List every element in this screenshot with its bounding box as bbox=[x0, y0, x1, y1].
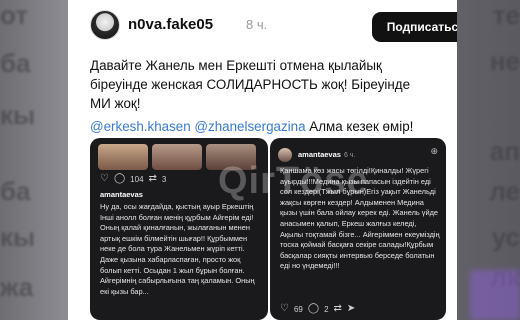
heart-icon: ♡ bbox=[280, 303, 289, 314]
post-time: 8 ч. bbox=[246, 17, 268, 32]
background-fragment: ле bbox=[489, 176, 520, 206]
post-line: Алма кезек өмір! bbox=[305, 119, 414, 134]
photo-thumbnail bbox=[206, 144, 256, 170]
comments-count: 2 bbox=[324, 304, 329, 314]
photo-strip bbox=[98, 144, 256, 170]
background-fragment: кы bbox=[0, 222, 36, 252]
background-fragment: ба bbox=[0, 176, 31, 206]
comment-username-text: amantaevas bbox=[298, 150, 341, 159]
heart-icon: ♡ bbox=[100, 173, 109, 184]
comment-body: Қаншама көз жасы төгілді!Қиналды! Жүрегі… bbox=[280, 166, 440, 271]
mention-link[interactable]: @zhanelsergazina bbox=[194, 119, 305, 134]
background-fragment: ап bbox=[489, 136, 520, 166]
comment-icon: ◯ bbox=[307, 303, 320, 314]
mention-link[interactable]: @erkesh.khasen bbox=[90, 119, 191, 134]
comments-count: 3 bbox=[161, 174, 167, 184]
repost-icon: ⇄ bbox=[333, 303, 342, 314]
background-fragment: кы bbox=[0, 100, 36, 130]
screenshot-image-right[interactable]: amantaevas 6 ч. ⊕ Қаншама көз жасы төгілд… bbox=[270, 138, 446, 320]
more-icon: ⊕ bbox=[430, 146, 438, 156]
background-fragment: ба bbox=[0, 48, 31, 78]
screenshot-image-left[interactable]: ♡ ◯ 104 ⇄ 3 amantaevas Ну да, осы жағдай… bbox=[90, 138, 268, 320]
background-fragment: те bbox=[492, 0, 520, 30]
avatar[interactable] bbox=[90, 10, 120, 40]
comment-username: amantaevas 6 ч. bbox=[298, 150, 355, 159]
post-card: n0va.fake05 8 ч. Подписаться Давайте Жан… bbox=[68, 0, 457, 320]
post-line: МИ жоқ! bbox=[90, 96, 141, 111]
post-line: біреуінде женская СОЛИДАРНОСТЬ жоқ! Біре… bbox=[90, 77, 411, 92]
post-header: n0va.fake05 8 ч. Подписаться bbox=[68, 0, 457, 52]
comment-username: amantaevas bbox=[100, 190, 143, 199]
background-accent bbox=[470, 270, 520, 320]
background-fragment: не bbox=[489, 46, 520, 76]
post-text: Давайте Жанель мен Еркешті отмена қылайы… bbox=[90, 56, 450, 140]
comment-body: Ну да, осы жағдайда, қыстың ауыр Еркешті… bbox=[100, 202, 255, 296]
background-fragment: от bbox=[0, 0, 28, 30]
stats-row: ♡ ◯ 104 ⇄ 3 bbox=[100, 174, 166, 184]
share-icon: ➤ bbox=[346, 303, 356, 314]
comment-icon: ◯ bbox=[113, 173, 126, 184]
comment-time: 6 ч. bbox=[343, 152, 356, 159]
post-line: Давайте Жанель мен Еркешті отмена қылайы… bbox=[90, 58, 382, 73]
background-fragment: ус bbox=[491, 222, 520, 252]
photo-thumbnail bbox=[98, 144, 148, 170]
post-username[interactable]: n0va.fake05 bbox=[128, 16, 213, 33]
subscribe-button[interactable]: Подписаться bbox=[372, 12, 457, 42]
photo-thumbnail bbox=[152, 144, 202, 170]
likes-count: 69 bbox=[293, 304, 303, 314]
likes-count: 104 bbox=[130, 174, 144, 184]
background-fragment: жа bbox=[0, 272, 34, 302]
stats-row: ♡ 69 ◯ 2 ⇄ ➤ bbox=[280, 304, 355, 314]
avatar bbox=[278, 148, 292, 162]
repost-icon: ⇄ bbox=[148, 173, 157, 184]
